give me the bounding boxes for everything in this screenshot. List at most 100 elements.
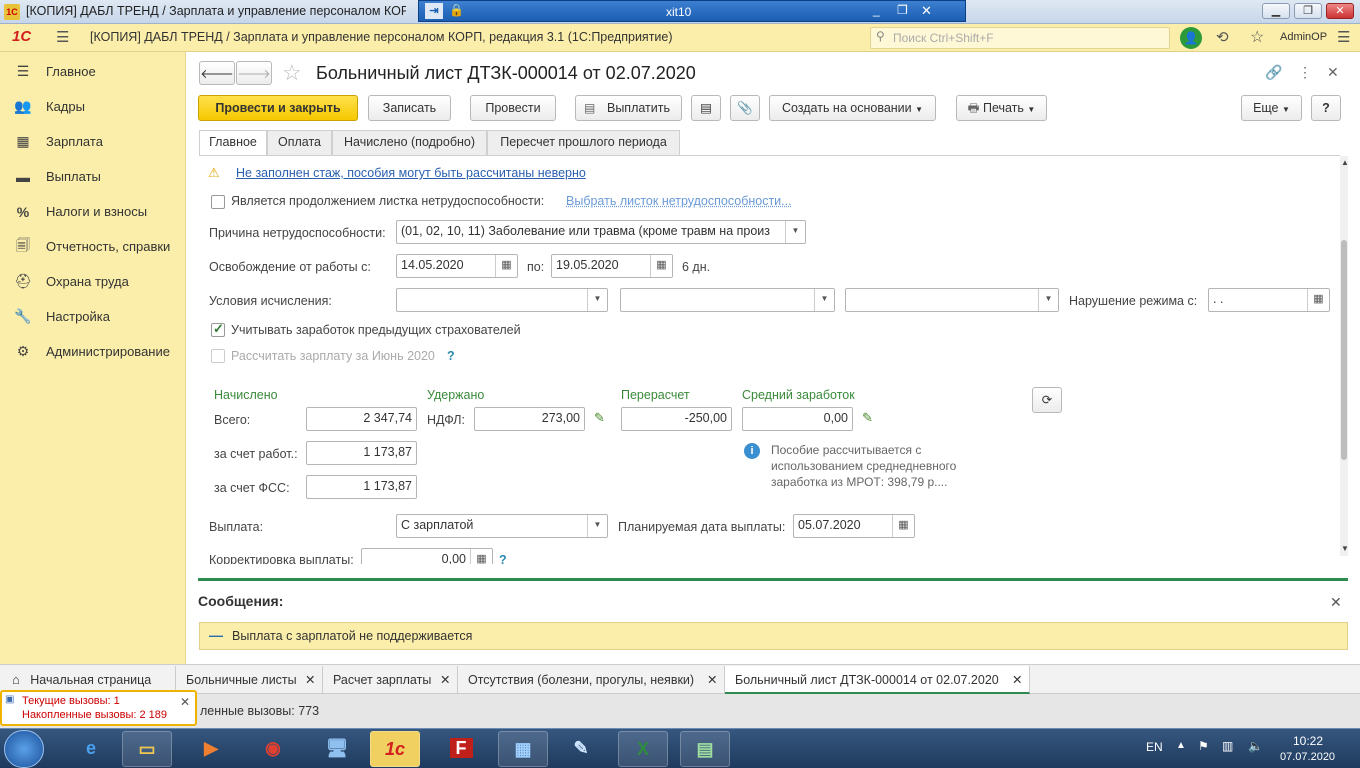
chevron-down-icon[interactable]: ▼: [814, 289, 834, 311]
close-tab-icon[interactable]: ✕: [305, 666, 315, 694]
sidebar-item-taxes[interactable]: % Налоги и взносы: [0, 194, 186, 229]
favorite-star-icon[interactable]: ☆: [282, 60, 302, 86]
journal-button[interactable]: ▤: [691, 95, 721, 121]
tab-recalc-prev[interactable]: Пересчет прошлого периода: [487, 130, 680, 155]
calculator-icon[interactable]: ▦: [470, 549, 492, 564]
save-button[interactable]: Записать: [368, 95, 451, 121]
post-button[interactable]: Провести: [470, 95, 556, 121]
close-messages-icon[interactable]: ✕: [1330, 594, 1342, 611]
restore-icon[interactable]: ❐: [897, 3, 908, 17]
help-question-icon[interactable]: ?: [499, 553, 507, 564]
help-question-icon[interactable]: ?: [447, 349, 455, 363]
attachments-button[interactable]: 📎: [730, 95, 760, 121]
tab-absences[interactable]: Отсутствия (болезни, прогулы, неявки) ✕: [458, 666, 725, 694]
create-based-button[interactable]: Создать на основании ▼: [769, 95, 936, 121]
link-icon[interactable]: 🔗: [1265, 64, 1282, 81]
terminal-icon[interactable]: ▤: [680, 731, 730, 767]
warning-link[interactable]: Не заполнен стаж, пособия могут быть рас…: [236, 166, 586, 180]
excel-icon[interactable]: X: [618, 731, 668, 767]
close-icon[interactable]: ✕: [921, 3, 932, 19]
calendar-icon[interactable]: ▦: [892, 515, 914, 537]
user-status-icon[interactable]: 👤: [1180, 27, 1202, 49]
network-icon[interactable]: ▥: [1222, 739, 1233, 753]
fss-field[interactable]: 1 173,87: [306, 475, 417, 499]
plan-date-input[interactable]: 05.07.2020 ▦: [793, 514, 915, 538]
sidebar-item-salary[interactable]: ▦ Зарплата: [0, 124, 186, 159]
tab-payroll[interactable]: Расчет зарплаты ✕: [323, 666, 458, 694]
close-tab-icon[interactable]: ✕: [1012, 666, 1022, 694]
ie-icon[interactable]: e: [66, 731, 116, 767]
user-name[interactable]: AdminOP: [1280, 31, 1327, 43]
chevron-down-icon[interactable]: ▼: [1038, 289, 1058, 311]
minimize-icon[interactable]: _: [873, 3, 880, 17]
close-tab-icon[interactable]: ✕: [707, 666, 717, 694]
release-to-input[interactable]: 19.05.2020 ▦: [551, 254, 673, 278]
edit-pencil-icon[interactable]: ✎: [862, 410, 873, 426]
notepad-icon[interactable]: ✎: [556, 731, 606, 767]
recalc-field[interactable]: -250,00: [621, 407, 732, 431]
explorer-icon[interactable]: ▭: [122, 731, 172, 767]
print-button[interactable]: 🖶 Печать ▼: [956, 95, 1047, 121]
sidebar-item-main[interactable]: ☰ Главное: [0, 54, 186, 89]
clock-time[interactable]: 10:22: [1293, 734, 1323, 748]
chrome-icon[interactable]: ◉: [248, 731, 298, 767]
tab-accrued-detailed[interactable]: Начислено (подробно): [332, 130, 487, 155]
search-input[interactable]: Поиск Ctrl+Shift+F: [870, 27, 1170, 49]
scroll-down-icon[interactable]: ▼: [1341, 544, 1348, 553]
post-and-close-button[interactable]: Провести и закрыть: [198, 95, 358, 121]
maximize-button[interactable]: ❐: [1294, 3, 1322, 19]
scrollbar[interactable]: ▲ ▼: [1340, 156, 1348, 556]
remote-desktop-icon[interactable]: ▦: [498, 731, 548, 767]
refresh-button[interactable]: ⟳: [1032, 387, 1062, 413]
tab-sick-leave-doc[interactable]: Больничный лист ДТЗК-000014 от 02.07.202…: [725, 666, 1030, 694]
media-player-icon[interactable]: ▶: [186, 731, 236, 767]
chevron-down-icon[interactable]: ▼: [785, 221, 805, 243]
edit-pencil-icon[interactable]: ✎: [594, 410, 605, 426]
main-menu-icon[interactable]: ☰: [1337, 28, 1350, 46]
condition-1-select[interactable]: ▼: [396, 288, 608, 312]
chevron-down-icon[interactable]: ▼: [587, 289, 607, 311]
close-button[interactable]: ✕: [1326, 3, 1354, 19]
volume-icon[interactable]: 🔈: [1248, 739, 1263, 753]
tab-payment[interactable]: Оплата: [267, 130, 332, 155]
start-button[interactable]: [4, 730, 44, 768]
continuation-checkbox[interactable]: [211, 195, 225, 209]
scroll-thumb[interactable]: [1341, 240, 1347, 460]
condition-3-select[interactable]: ▼: [845, 288, 1059, 312]
network-app-icon[interactable]: 🖥: [312, 731, 362, 767]
close-popup-icon[interactable]: ✕: [180, 695, 190, 709]
menu-icon[interactable]: ☰: [56, 28, 69, 46]
tab-sick-leaves[interactable]: Больничные листы ✕: [176, 666, 323, 694]
select-sheet-link[interactable]: Выбрать листок нетрудоспособности...: [566, 194, 792, 208]
sidebar-item-safety[interactable]: ⛑ Охрана труда: [0, 264, 186, 299]
calendar-icon[interactable]: ▦: [650, 255, 672, 277]
forward-button[interactable]: 🡒: [236, 61, 272, 85]
total-accrued-field[interactable]: 2 347,74: [306, 407, 417, 431]
more-button[interactable]: Еще ▼: [1241, 95, 1302, 121]
condition-2-select[interactable]: ▼: [620, 288, 835, 312]
onec-taskbar-icon[interactable]: 1с: [370, 731, 420, 767]
sidebar-item-admin[interactable]: ⚙ Администрирование: [0, 334, 186, 369]
avg-earnings-field[interactable]: 0,00: [742, 407, 853, 431]
history-icon[interactable]: ⟲: [1216, 28, 1229, 46]
filezilla-icon[interactable]: F: [436, 731, 486, 767]
sidebar-item-hr[interactable]: 👥 Кадры: [0, 89, 186, 124]
clock-date[interactable]: 07.07.2020: [1280, 751, 1335, 763]
close-doc-icon[interactable]: ✕: [1327, 64, 1339, 81]
scroll-up-icon[interactable]: ▲: [1341, 158, 1348, 167]
more-vert-icon[interactable]: ⋮: [1298, 64, 1312, 81]
reason-select[interactable]: (01, 02, 10, 11) Заболевание или травма …: [396, 220, 806, 244]
correction-field[interactable]: 0,00 ▦: [361, 548, 493, 564]
help-button[interactable]: ?: [1311, 95, 1341, 121]
pay-button[interactable]: ▤ Выплатить: [575, 95, 682, 121]
ndfl-field[interactable]: 273,00: [474, 407, 585, 431]
minimize-button[interactable]: ▁: [1262, 3, 1290, 19]
violation-date-input[interactable]: . . ▦: [1208, 288, 1330, 312]
language-indicator[interactable]: EN: [1146, 740, 1163, 754]
prev-insurers-checkbox[interactable]: ✓: [211, 321, 225, 337]
pin-icon[interactable]: ⇥: [425, 3, 443, 19]
calc-salary-checkbox[interactable]: [211, 349, 225, 363]
close-tab-icon[interactable]: ✕: [440, 666, 450, 694]
employer-field[interactable]: 1 173,87: [306, 441, 417, 465]
sidebar-item-settings[interactable]: 🔧 Настройка: [0, 299, 186, 334]
